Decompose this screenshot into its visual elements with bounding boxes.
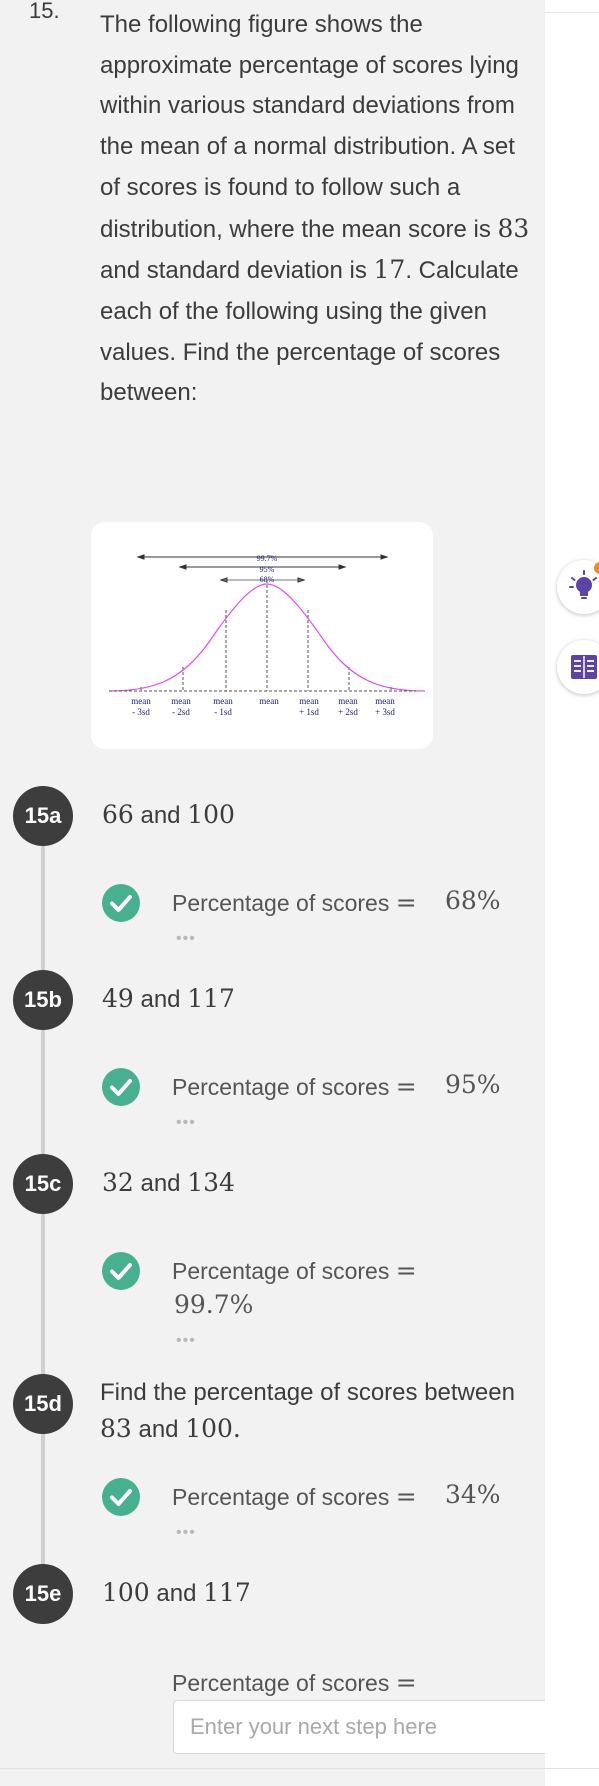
- more-options-dots[interactable]: •••: [176, 1114, 196, 1132]
- axis-label-top: mean: [338, 696, 358, 706]
- problem-number: 15.: [29, 0, 60, 23]
- axis-label-bottom: - 1sd: [214, 707, 232, 717]
- axis-label-top: mean: [131, 696, 151, 706]
- more-options-dots[interactable]: •••: [176, 930, 196, 948]
- next-step-input[interactable]: [173, 1700, 571, 1754]
- normal-distribution-figure: 99.7% 95% 68% mean - 3sd mean - 2sd mean…: [91, 522, 433, 749]
- axis-label-bottom: + 2sd: [338, 707, 358, 717]
- page: 15. The following figure shows the appro…: [0, 0, 599, 1786]
- answer-label: Percentage of scores =: [172, 1482, 417, 1511]
- answer-label: Percentage of scores =: [172, 888, 417, 917]
- answer-label: Percentage of scores =: [172, 1256, 417, 1285]
- answer-label: Percentage of scores =: [172, 1668, 417, 1697]
- check-icon: [102, 1252, 140, 1290]
- answer-value: 68%: [445, 886, 501, 915]
- axis-label-bottom: + 1sd: [299, 707, 319, 717]
- more-options-dots[interactable]: •••: [176, 1332, 196, 1350]
- step-prompt: 32 and 134: [102, 1168, 235, 1197]
- more-options-dots[interactable]: •••: [176, 1524, 196, 1542]
- answer-value: 99.7%: [174, 1290, 254, 1319]
- step-prompt: 49 and 117: [102, 984, 235, 1013]
- axis-label-bottom: - 2sd: [172, 707, 190, 717]
- axis-label-top: mean: [259, 696, 279, 706]
- divider: [0, 1768, 599, 1769]
- axis-label-bottom: - 3sd: [132, 707, 150, 717]
- bell-curve-diagram: 99.7% 95% 68% mean - 3sd mean - 2sd mean…: [108, 554, 426, 717]
- answer-value: 95%: [445, 1070, 501, 1099]
- step-badge: 15c: [13, 1154, 73, 1214]
- step-badge: 15b: [13, 970, 73, 1030]
- band-label-95: 95%: [260, 565, 275, 574]
- step-badge: 15a: [13, 786, 73, 846]
- axis-label-top: mean: [213, 696, 233, 706]
- step-badge: 15e: [13, 1564, 73, 1624]
- answer-label: Percentage of scores =: [172, 1072, 417, 1101]
- axis-label-top: mean: [375, 696, 395, 706]
- answer-value: 34%: [445, 1480, 501, 1509]
- book-glossary-icon: [571, 655, 597, 679]
- step-badge: 15d: [13, 1374, 73, 1434]
- band-label-99-7: 99.7%: [257, 554, 278, 563]
- content-area: 15. The following figure shows the appro…: [0, 0, 571, 1786]
- glossary-button[interactable]: [557, 640, 599, 694]
- axis-label-top: mean: [171, 696, 191, 706]
- step-prompt: 100 and 117: [102, 1578, 251, 1607]
- step-prompt: 66 and 100: [102, 800, 235, 829]
- step-prompt: Find the percentage of scores between 83…: [100, 1379, 515, 1443]
- notification-dot: [594, 562, 599, 574]
- axis-label-top: mean: [299, 696, 319, 706]
- hint-button[interactable]: [557, 560, 599, 614]
- right-tool-rail: [545, 0, 599, 1786]
- check-icon: [102, 884, 140, 922]
- check-icon: [102, 1478, 140, 1516]
- check-icon: [102, 1068, 140, 1106]
- problem-statement: The following figure shows the approxima…: [100, 11, 530, 407]
- axis-label-bottom: + 3sd: [375, 707, 395, 717]
- divider: [545, 12, 599, 13]
- lightbulb-hint-icon: [569, 562, 599, 599]
